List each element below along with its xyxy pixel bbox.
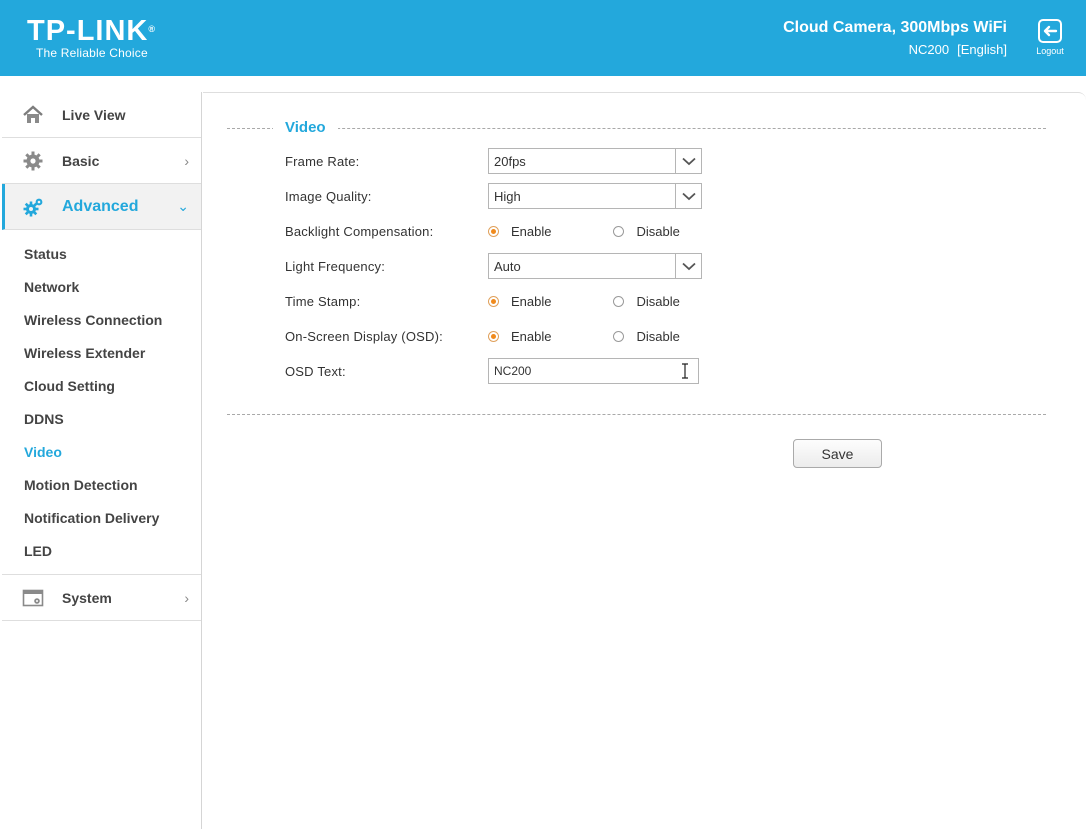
section-divider-top	[227, 128, 1046, 129]
sidebar-item-basic[interactable]: Basic ›	[2, 138, 201, 184]
time-stamp-radio-group: Enable Disable	[488, 294, 680, 309]
chevron-right-icon: ›	[184, 589, 189, 606]
product-info: Cloud Camera, 300Mbps WiFi NC200 [English…	[783, 18, 1007, 57]
osd-text-label: OSD Text:	[285, 363, 346, 379]
frame-rate-select[interactable]: 20fps	[488, 148, 702, 174]
light-frequency-select[interactable]: Auto	[488, 253, 702, 279]
logo-text: TP-LINK	[27, 15, 149, 47]
light-frequency-row: Light Frequency: Auto	[285, 253, 765, 279]
logo-registered-mark: ®	[148, 24, 157, 34]
sidebar-item-live-view[interactable]: Live View	[2, 92, 201, 138]
sidebar-item-label: Basic	[62, 152, 100, 169]
home-icon	[23, 105, 43, 123]
submenu-item-cloud-setting[interactable]: Cloud Setting	[2, 370, 201, 403]
top-header: TP-LINK® The Reliable Choice Cloud Camer…	[0, 0, 1086, 76]
submenu-item-wireless-extender[interactable]: Wireless Extender	[2, 337, 201, 370]
logout-button[interactable]: Logout	[1030, 18, 1070, 56]
submenu-item-motion-detection[interactable]: Motion Detection	[2, 469, 201, 502]
radio-unselected-icon	[613, 295, 625, 307]
submenu-item-notification-delivery[interactable]: Notification Delivery	[2, 502, 201, 535]
sidebar-item-label: System	[62, 589, 112, 606]
osd-radio-group: Enable Disable	[488, 329, 680, 344]
chevron-down-icon	[675, 184, 701, 208]
model-name: NC200	[908, 42, 950, 57]
save-button[interactable]: Save	[793, 439, 882, 468]
osd-text-row: OSD Text:	[285, 358, 765, 384]
sidebar-item-system[interactable]: System ›	[2, 575, 201, 621]
chevron-down-icon	[675, 149, 701, 173]
light-frequency-value: Auto	[494, 258, 521, 274]
section-divider-bottom	[227, 414, 1046, 415]
language-selector[interactable]: [English]	[957, 42, 1007, 57]
tp-link-logo: TP-LINK® The Reliable Choice	[27, 15, 157, 61]
chevron-down-icon	[675, 254, 701, 278]
submenu-item-status[interactable]: Status	[2, 238, 201, 271]
osd-row: On-Screen Display (OSD): Enable Disable	[285, 323, 765, 349]
osd-disable-radio[interactable]: Disable	[613, 329, 680, 344]
logout-label: Logout	[1036, 46, 1064, 56]
image-quality-value: High	[494, 188, 521, 204]
backlight-compensation-label: Backlight Compensation:	[285, 223, 434, 239]
submenu-item-network[interactable]: Network	[2, 271, 201, 304]
backlight-enable-radio[interactable]: Enable	[488, 224, 551, 239]
logout-icon	[1038, 19, 1062, 43]
product-name: Cloud Camera, 300Mbps WiFi	[783, 19, 1007, 36]
radio-unselected-icon	[613, 225, 625, 237]
submenu-item-led[interactable]: LED	[2, 535, 201, 568]
logo-tagline: The Reliable Choice	[36, 46, 148, 60]
frame-rate-value: 20fps	[494, 153, 526, 169]
time-stamp-row: Time Stamp: Enable Disable	[285, 288, 765, 314]
text-cursor-icon	[682, 363, 688, 379]
osd-enable-radio[interactable]: Enable	[488, 329, 551, 344]
time-stamp-label: Time Stamp:	[285, 293, 361, 309]
image-quality-label: Image Quality:	[285, 188, 372, 204]
light-frequency-label: Light Frequency:	[285, 258, 386, 274]
backlight-disable-radio[interactable]: Disable	[613, 224, 680, 239]
sidebar-item-label: Advanced	[62, 197, 139, 215]
radio-selected-icon	[488, 330, 499, 342]
frame-rate-row: Frame Rate: 20fps	[285, 148, 765, 174]
sidebar-item-label: Live View	[62, 106, 126, 123]
sidebar: Live View Basic › Advanced ⌄ Status Netw…	[2, 92, 202, 829]
radio-unselected-icon	[613, 330, 625, 342]
osd-label: On-Screen Display (OSD):	[285, 328, 443, 344]
backlight-radio-group: Enable Disable	[488, 224, 680, 239]
frame-rate-label: Frame Rate:	[285, 153, 360, 169]
image-quality-row: Image Quality: High	[285, 183, 765, 209]
submenu-item-ddns[interactable]: DDNS	[2, 403, 201, 436]
radio-selected-icon	[488, 225, 499, 237]
advanced-submenu: Status Network Wireless Connection Wirel…	[2, 230, 201, 575]
gears-icon	[23, 198, 43, 217]
system-window-icon	[22, 589, 44, 607]
radio-selected-icon	[488, 295, 499, 307]
time-stamp-enable-radio[interactable]: Enable	[488, 294, 551, 309]
video-settings-panel: Video Frame Rate: 20fps Image Quality: H…	[203, 92, 1086, 829]
chevron-down-icon: ⌄	[177, 198, 189, 214]
gear-icon	[23, 151, 43, 171]
sidebar-item-advanced[interactable]: Advanced ⌄	[2, 184, 201, 230]
backlight-compensation-row: Backlight Compensation: Enable Disable	[285, 218, 765, 244]
chevron-right-icon: ›	[184, 152, 189, 169]
osd-text-input[interactable]	[488, 358, 699, 384]
time-stamp-disable-radio[interactable]: Disable	[613, 294, 680, 309]
image-quality-select[interactable]: High	[488, 183, 702, 209]
submenu-item-video[interactable]: Video	[2, 436, 201, 469]
section-title: Video	[273, 119, 338, 136]
submenu-item-wireless-connection[interactable]: Wireless Connection	[2, 304, 201, 337]
